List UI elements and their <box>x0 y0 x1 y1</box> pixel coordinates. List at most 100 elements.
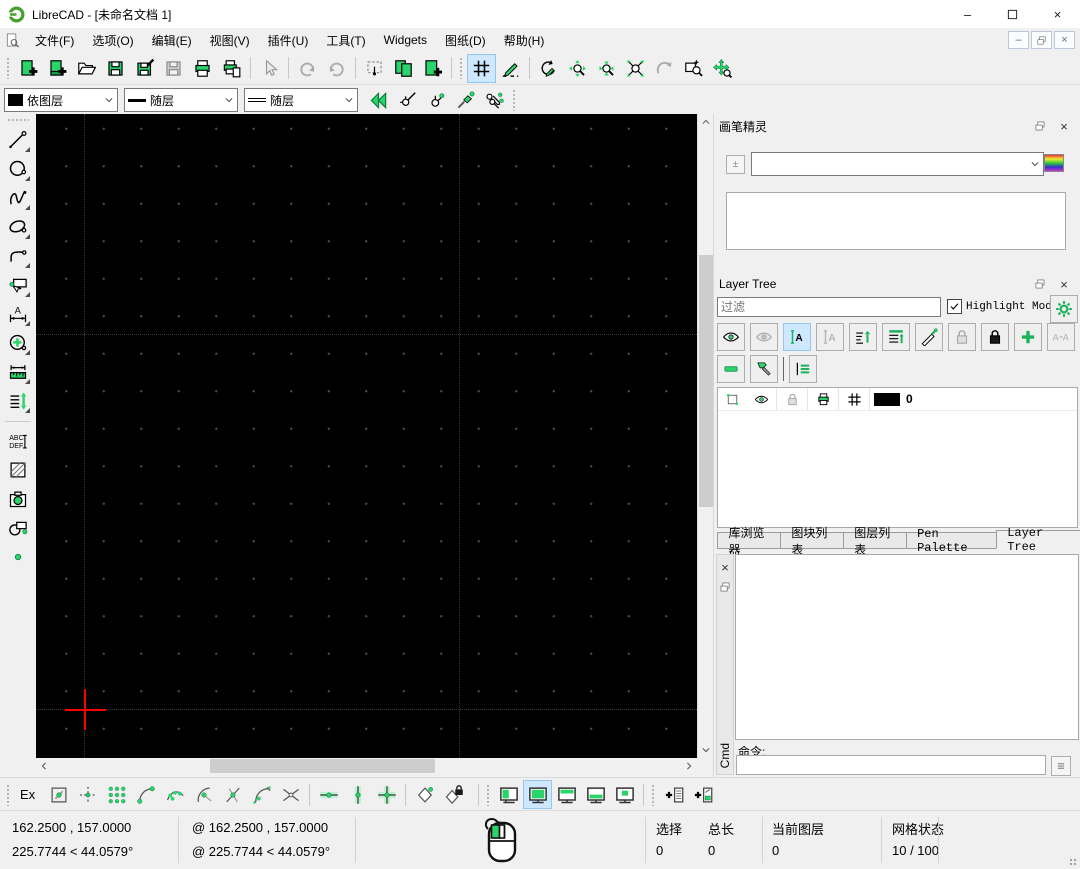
snap-on-grid-button[interactable] <box>102 780 131 809</box>
tab-block-list[interactable]: 图块列表 <box>780 532 844 549</box>
tab-pen-palette[interactable]: Pen Palette <box>906 532 997 549</box>
dock-top-button[interactable] <box>552 780 581 809</box>
resize-grip[interactable] <box>1068 857 1078 867</box>
layer-visibility-toggle[interactable] <box>746 388 777 410</box>
circle-tool-button[interactable] <box>4 155 32 183</box>
command-float-button[interactable] <box>717 579 733 595</box>
hatch-tool-button[interactable] <box>4 456 32 484</box>
toolbar-drag-handle[interactable] <box>486 784 491 806</box>
toolbar-drag-handle[interactable] <box>6 57 11 79</box>
pen-wizard-combobox[interactable] <box>751 152 1044 176</box>
print-preview-button[interactable] <box>217 54 246 83</box>
pen-wizard-list[interactable] <box>726 192 1066 250</box>
scroll-right-button[interactable] <box>681 758 697 774</box>
polyline-tool-button[interactable] <box>4 242 32 270</box>
tab-library-browser[interactable]: 库浏览器 <box>717 532 781 549</box>
pen-linetype-combobox[interactable]: 随层 <box>244 88 358 112</box>
menu-options[interactable]: 选项(O) <box>83 29 142 52</box>
redo-button[interactable] <box>322 54 351 83</box>
toolbar-drag-handle[interactable] <box>7 118 29 123</box>
apply-pen-button[interactable] <box>422 86 451 115</box>
command-options-button[interactable] <box>1051 756 1071 776</box>
copy-button[interactable] <box>389 54 418 83</box>
layer-settings-button[interactable] <box>1050 295 1078 323</box>
menu-drawings[interactable]: 图纸(D) <box>436 29 495 52</box>
point-tool-button[interactable] <box>4 543 32 571</box>
scroll-left-button[interactable] <box>36 758 52 774</box>
selection-pointer-button[interactable] <box>255 54 284 83</box>
zoom-window-button[interactable] <box>679 54 708 83</box>
lock-relative-zero-button[interactable] <box>439 780 468 809</box>
snap-free-button[interactable] <box>44 780 73 809</box>
print-button[interactable] <box>188 54 217 83</box>
save-button[interactable] <box>101 54 130 83</box>
layer-unlock-all-button[interactable] <box>948 323 976 351</box>
window-close-button[interactable]: × <box>1035 0 1080 28</box>
layer-add-button[interactable] <box>1014 323 1042 351</box>
layer-match-alt-button[interactable]: A <box>816 323 844 351</box>
pen-width-combobox[interactable]: 随层 <box>124 88 238 112</box>
layer-construction-toggle[interactable] <box>718 388 746 410</box>
redraw-button[interactable] <box>534 54 563 83</box>
set-relative-zero-button[interactable] <box>410 780 439 809</box>
snap-middle-button[interactable] <box>218 780 247 809</box>
add-command-widget-button[interactable] <box>659 780 688 809</box>
new-document-button[interactable] <box>14 54 43 83</box>
vertical-scrollbar[interactable] <box>697 114 713 758</box>
command-history[interactable] <box>735 554 1079 740</box>
drawing-canvas[interactable] <box>36 114 697 758</box>
zoom-out-button[interactable] <box>592 54 621 83</box>
mdi-minimize-button[interactable]: – <box>1008 31 1029 49</box>
modify-tool-button[interactable] <box>4 329 32 357</box>
layer-construction-icon-cell[interactable] <box>839 388 870 410</box>
layer-lock-all-button[interactable] <box>981 323 1009 351</box>
select-tool-button[interactable] <box>4 271 32 299</box>
zoom-pan-button[interactable] <box>708 54 737 83</box>
layer-tree-float-button[interactable] <box>1032 276 1048 292</box>
measure-tool-button[interactable] <box>4 358 32 386</box>
snap-center-button[interactable] <box>189 780 218 809</box>
copy-pen-button[interactable] <box>480 86 509 115</box>
layer-print-toggle[interactable] <box>808 388 839 410</box>
toolbar-drag-handle[interactable] <box>512 89 517 111</box>
save-all-button-disabled[interactable] <box>159 54 188 83</box>
pen-wizard-close-button[interactable]: × <box>1056 118 1072 134</box>
window-minimize-button[interactable]: – <box>945 0 990 28</box>
menu-tools[interactable]: 工具(T) <box>317 29 374 52</box>
command-input[interactable] <box>736 755 1046 775</box>
revert-pen-button[interactable] <box>364 86 393 115</box>
layer-show-all-button[interactable] <box>717 323 745 351</box>
new-from-template-button[interactable] <box>43 54 72 83</box>
toolbar-drag-handle[interactable] <box>651 784 656 806</box>
undo-button[interactable] <box>293 54 322 83</box>
dock-right-button[interactable] <box>523 780 552 809</box>
grid-toggle-button[interactable] <box>467 54 496 83</box>
text-tool-button[interactable]: ABCDEF <box>4 427 32 455</box>
ellipse-tool-button[interactable] <box>4 213 32 241</box>
save-as-button[interactable] <box>130 54 159 83</box>
layer-flatten-button[interactable] <box>789 355 817 383</box>
restrict-vertical-button[interactable] <box>343 780 372 809</box>
layer-sort-button[interactable] <box>849 323 877 351</box>
menu-view[interactable]: 视图(V) <box>201 29 259 52</box>
block-tool-button[interactable] <box>4 514 32 542</box>
layer-match-mode-button[interactable]: A <box>783 323 811 351</box>
menu-plugins[interactable]: 插件(U) <box>259 29 318 52</box>
toolbar-drag-handle[interactable] <box>459 57 464 79</box>
layer-row[interactable]: 0 <box>718 388 1077 411</box>
restrict-horizontal-button[interactable] <box>314 780 343 809</box>
dimension-tool-button[interactable]: A <box>4 300 32 328</box>
pen-wizard-spin-button[interactable]: ± <box>726 155 745 174</box>
pen-wizard-float-button[interactable] <box>1032 118 1048 134</box>
menu-widgets[interactable]: Widgets <box>375 30 436 50</box>
horizontal-scroll-thumb[interactable] <box>210 759 435 773</box>
zoom-in-button[interactable] <box>563 54 592 83</box>
pen-wizard-color-button[interactable] <box>1044 154 1064 172</box>
menu-help[interactable]: 帮助(H) <box>495 29 554 52</box>
layer-filter-input[interactable] <box>717 297 941 317</box>
layer-hide-all-button[interactable] <box>750 323 778 351</box>
pick-pen-from-entity-button[interactable] <box>393 86 422 115</box>
layer-tree-close-button[interactable]: × <box>1056 276 1072 292</box>
snap-endpoints-button[interactable] <box>131 780 160 809</box>
line-tool-button[interactable] <box>4 126 32 154</box>
